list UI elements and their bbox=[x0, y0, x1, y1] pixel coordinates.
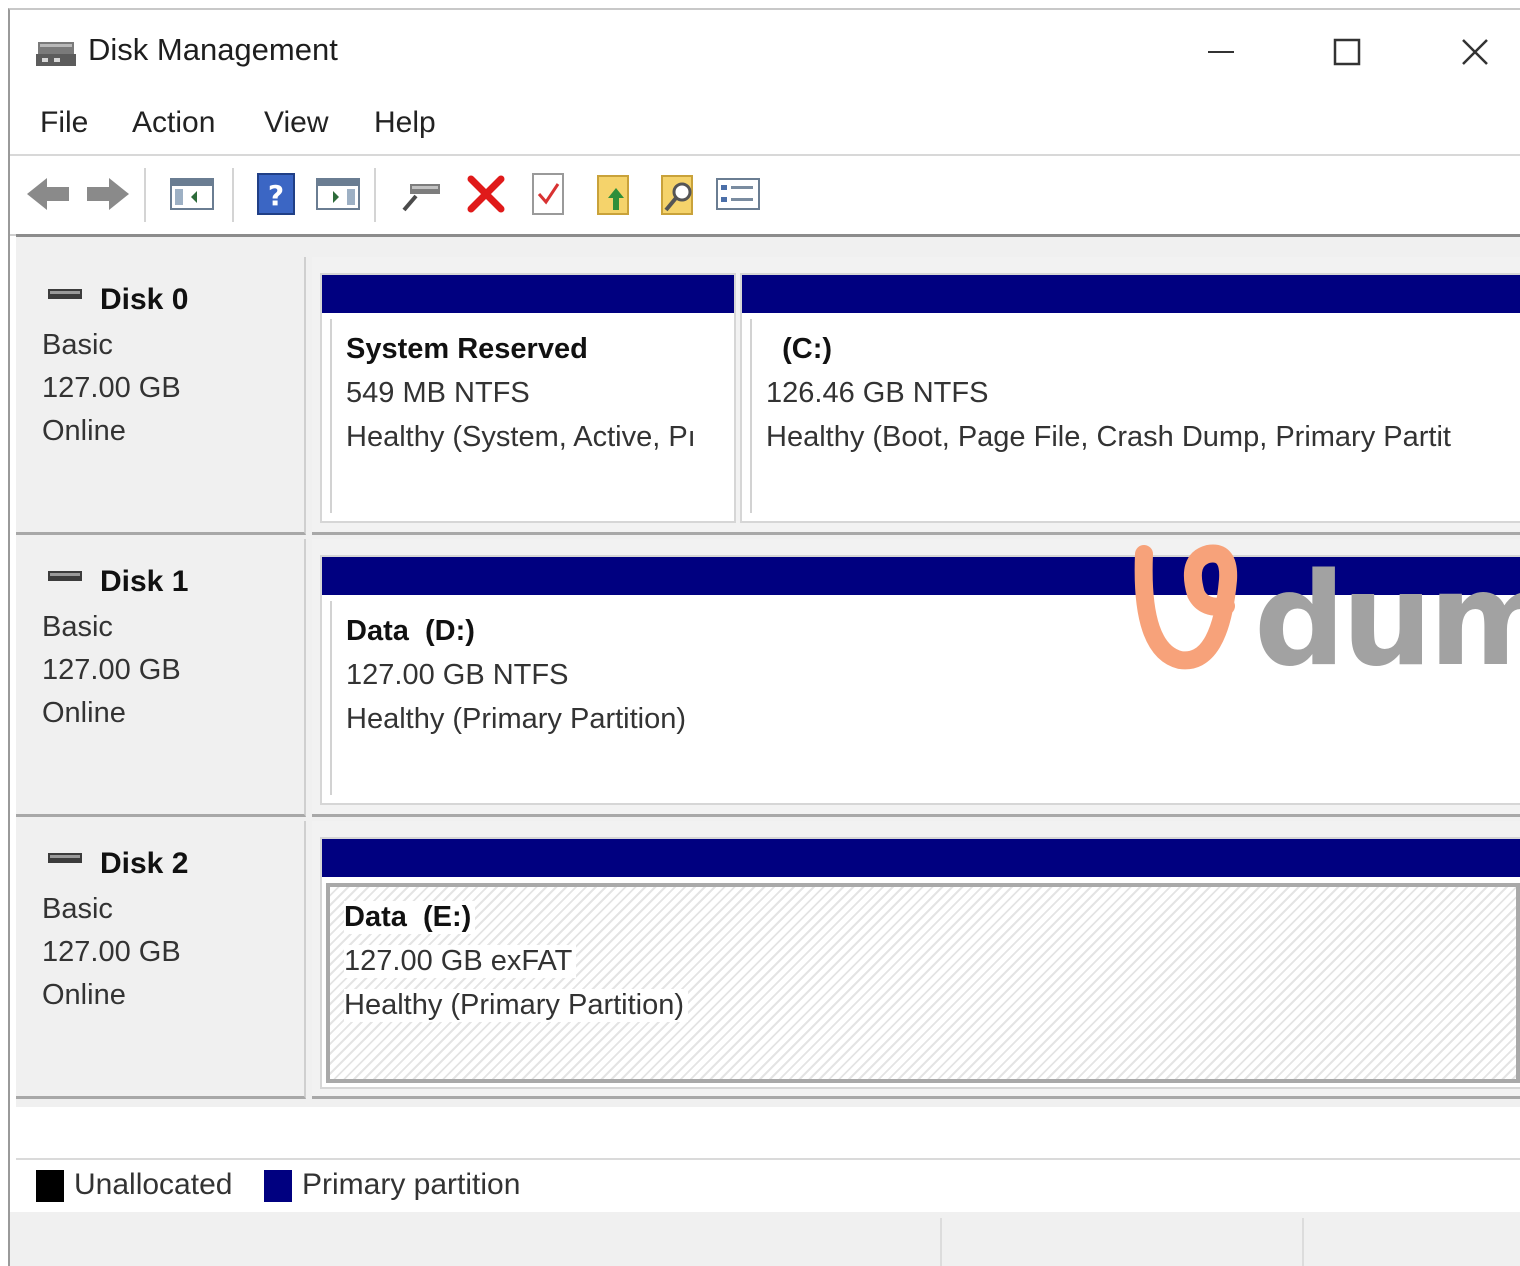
check-disk-icon bbox=[532, 173, 564, 215]
disk-type: Basic bbox=[42, 893, 113, 925]
maximize-button[interactable] bbox=[1312, 24, 1382, 80]
legend-label-unallocated: Unallocated bbox=[74, 1168, 233, 1201]
disk-row: Disk 2 Basic 127.00 GB Online Data (E:) … bbox=[16, 821, 1520, 1101]
partition-system-reserved[interactable]: System Reserved 549 MB NTFS Healthy (Sys… bbox=[320, 273, 736, 523]
maximize-icon bbox=[1333, 38, 1361, 66]
disk-management-window: Disk Management File Action View Help ? bbox=[8, 8, 1520, 1266]
partition-status: Healthy (Boot, Page File, Crash Dump, Pr… bbox=[766, 421, 1451, 453]
menu-view[interactable]: View bbox=[264, 106, 328, 140]
toolbar-separator bbox=[144, 168, 146, 222]
help-icon: ? bbox=[257, 173, 295, 215]
partition-type-bar bbox=[322, 839, 1520, 877]
forward-button[interactable] bbox=[84, 170, 132, 218]
help-button[interactable]: ? bbox=[252, 170, 300, 218]
partition-type-bar bbox=[322, 557, 1520, 595]
partition-type-bar bbox=[742, 275, 1520, 313]
rescan-disks-icon bbox=[597, 175, 629, 215]
close-button[interactable] bbox=[1440, 24, 1510, 80]
legend: Unallocated Primary partition bbox=[16, 1158, 1520, 1215]
disk-status: Online bbox=[42, 415, 126, 447]
partition-body: Data (D:) 127.00 GB NTFS Healthy (Primar… bbox=[330, 601, 1516, 795]
menu-file[interactable]: File bbox=[40, 106, 88, 140]
back-button[interactable] bbox=[24, 170, 72, 218]
title-bar[interactable]: Disk Management bbox=[10, 10, 1520, 94]
show-hide-console-tree-button[interactable] bbox=[168, 170, 216, 218]
partition-status: Healthy (Primary Partition) bbox=[346, 703, 687, 735]
forward-arrow-icon bbox=[87, 178, 129, 210]
status-bar bbox=[10, 1212, 1520, 1266]
partition-size: 126.46 GB NTFS bbox=[766, 377, 989, 409]
minimize-icon bbox=[1208, 51, 1234, 53]
show-hide-action-pane-button[interactable] bbox=[314, 170, 362, 218]
disk-row: Disk 0 Basic 127.00 GB Online System Res… bbox=[16, 257, 1520, 537]
partition-name: (C:) bbox=[766, 333, 833, 365]
disk-icon bbox=[48, 571, 82, 581]
toolbar-separator bbox=[374, 168, 376, 222]
close-icon bbox=[1462, 39, 1488, 65]
menu-action[interactable]: Action bbox=[132, 106, 215, 140]
partition-status: Healthy (Primary Partition) bbox=[344, 989, 689, 1022]
partition-body: Data (E:) 127.00 GB exFAT Healthy (Prima… bbox=[326, 883, 1520, 1083]
connect-virtual-disk-icon bbox=[402, 184, 440, 212]
disk-row: Disk 1 Basic 127.00 GB Online Data (D:) … bbox=[16, 539, 1520, 819]
properties-icon bbox=[716, 178, 760, 210]
status-bar-divider bbox=[1302, 1218, 1304, 1266]
properties-button[interactable] bbox=[714, 170, 762, 218]
disk-size: 127.00 GB bbox=[42, 654, 181, 686]
status-bar-divider bbox=[940, 1218, 942, 1266]
disk-name: Disk 0 bbox=[100, 283, 189, 316]
delete-button[interactable] bbox=[462, 170, 510, 218]
check-disk-button[interactable] bbox=[524, 170, 572, 218]
disk-type: Basic bbox=[42, 611, 113, 643]
partition-c[interactable]: (C:) 126.46 GB NTFS Healthy (Boot, Page … bbox=[740, 273, 1520, 523]
disk-icon bbox=[48, 289, 82, 299]
back-arrow-icon bbox=[27, 178, 69, 210]
search-icon bbox=[661, 175, 693, 215]
disk-icon bbox=[48, 853, 82, 863]
disk-name: Disk 2 bbox=[100, 847, 189, 880]
disk-partitions-area: Data (D:) 127.00 GB NTFS Healthy (Primar… bbox=[312, 539, 1520, 817]
partition-name: Data (E:) bbox=[344, 901, 476, 934]
partition-name: System Reserved bbox=[346, 333, 588, 365]
legend-label-primary-partition: Primary partition bbox=[302, 1168, 521, 1201]
legend-swatch-primary-partition bbox=[264, 1170, 292, 1202]
connect-virtual-disk-button[interactable] bbox=[398, 170, 446, 218]
legend-swatch-unallocated bbox=[36, 1170, 64, 1202]
disk-name: Disk 1 bbox=[100, 565, 189, 598]
search-button[interactable] bbox=[654, 170, 702, 218]
partition-type-bar bbox=[322, 275, 734, 313]
partition-size: 127.00 GB exFAT bbox=[344, 945, 577, 978]
partition-body: (C:) 126.46 GB NTFS Healthy (Boot, Page … bbox=[750, 319, 1516, 513]
svg-text:?: ? bbox=[268, 179, 284, 212]
minimize-button[interactable] bbox=[1186, 24, 1256, 80]
partition-d[interactable]: Data (D:) 127.00 GB NTFS Healthy (Primar… bbox=[320, 555, 1520, 805]
toolbar-separator bbox=[232, 168, 234, 222]
partition-e-selected[interactable]: Data (E:) 127.00 GB exFAT Healthy (Prima… bbox=[320, 837, 1520, 1089]
menu-help[interactable]: Help bbox=[374, 106, 436, 140]
partition-status: Healthy (System, Active, Pı bbox=[346, 421, 696, 453]
disk-label-panel[interactable]: Disk 1 Basic 127.00 GB Online bbox=[16, 539, 306, 817]
disk-partitions-area: System Reserved 549 MB NTFS Healthy (Sys… bbox=[312, 257, 1520, 535]
partition-name: Data (D:) bbox=[346, 615, 475, 647]
disk-label-panel[interactable]: Disk 2 Basic 127.00 GB Online bbox=[16, 821, 306, 1099]
window-title: Disk Management bbox=[88, 32, 338, 67]
disk-management-app-icon bbox=[36, 42, 76, 66]
disk-size: 127.00 GB bbox=[42, 936, 181, 968]
disk-partitions-area: Data (E:) 127.00 GB exFAT Healthy (Prima… bbox=[312, 821, 1520, 1099]
partition-size: 549 MB NTFS bbox=[346, 377, 530, 409]
toolbar: ? bbox=[10, 154, 1520, 236]
show-hide-console-tree-icon bbox=[170, 178, 214, 210]
disk-label-panel[interactable]: Disk 0 Basic 127.00 GB Online bbox=[16, 257, 306, 535]
show-hide-action-pane-icon bbox=[316, 178, 360, 210]
disk-status: Online bbox=[42, 979, 126, 1011]
partition-size: 127.00 GB NTFS bbox=[346, 659, 569, 691]
partition-body: System Reserved 549 MB NTFS Healthy (Sys… bbox=[330, 319, 726, 513]
rescan-disks-button[interactable] bbox=[590, 170, 638, 218]
menu-bar: File Action View Help bbox=[10, 102, 1520, 152]
graphical-disk-view: Disk 0 Basic 127.00 GB Online System Res… bbox=[16, 234, 1520, 1107]
disk-size: 127.00 GB bbox=[42, 372, 181, 404]
disk-type: Basic bbox=[42, 329, 113, 361]
disk-status: Online bbox=[42, 697, 126, 729]
delete-icon bbox=[467, 175, 505, 213]
